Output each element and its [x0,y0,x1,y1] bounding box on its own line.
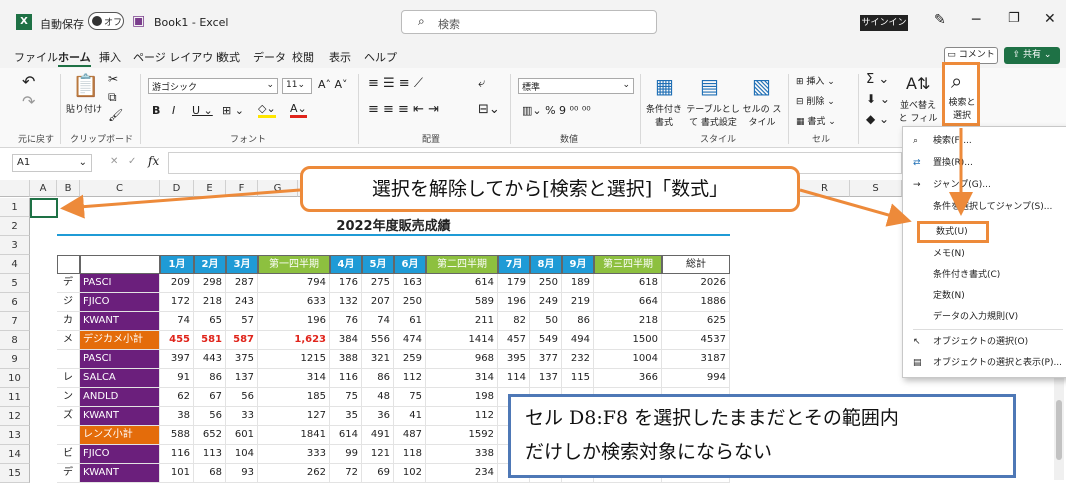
note-line-2: だけしか検索対象にならない [525,441,773,463]
note-callout: セル D8:F8 を選択したままだとその範囲内 だけしか検索対象にならない [508,394,1016,478]
instruction-callout: 選択を解除してから[検索と選択]「数式」 [300,166,800,212]
note-line-1: セル D8:F8 を選択したままだとその範囲内 [525,407,899,429]
